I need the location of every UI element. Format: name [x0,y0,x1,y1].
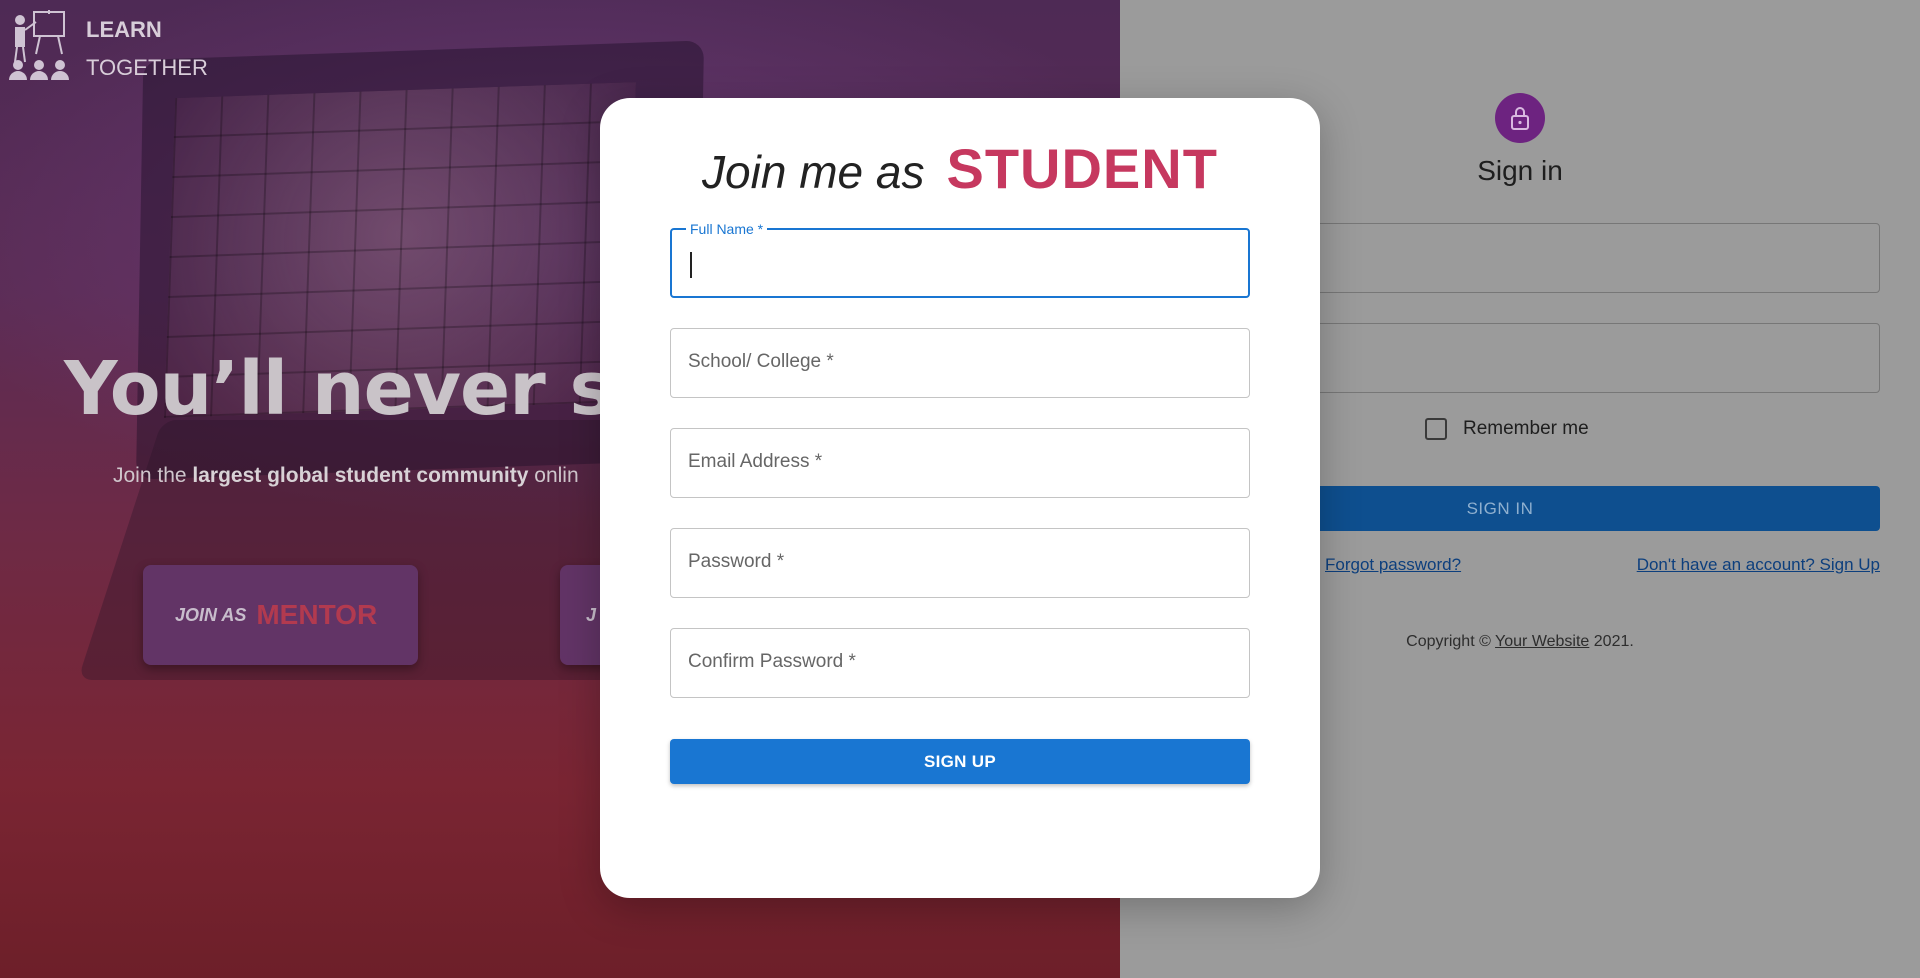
copyright-website-link[interactable]: Your Website [1495,633,1589,650]
school-college-field[interactable]: School/ College * [670,328,1250,398]
brand-logo[interactable]: LEARN TOGETHER [6,10,208,88]
dialog-title: Join me as STUDENT [600,136,1320,201]
teacher-class-icon [9,10,69,80]
sign-up-button[interactable]: SIGN UP [670,739,1250,784]
brand-line-1: LEARN [86,17,162,42]
email-address-label: Email Address * [688,451,823,472]
email-address-field[interactable]: Email Address * [670,428,1250,498]
hero-subtitle-suffix: onlin [528,464,579,487]
confirm-password-label: Confirm Password * [688,651,856,672]
mentor-role-label: MENTOR [256,599,378,630]
confirm-password-field[interactable]: Confirm Password * [670,628,1250,698]
remember-me-label: Remember me [1463,418,1589,439]
copyright-prefix: Copyright © [1406,633,1496,650]
remember-me-checkbox[interactable] [1425,418,1447,440]
dialog-title-role: STUDENT [946,137,1218,200]
forgot-password-link[interactable]: Forgot password? [1325,555,1461,575]
student-signup-dialog: Join me as STUDENT Full Name * School/ Co… [600,98,1320,898]
hero-subtitle-prefix: Join the [113,464,193,487]
hero-subtitle: Join the largest global student communit… [113,464,579,488]
join-as-prefix: JOIN AS [175,604,247,625]
password-field[interactable]: Password * [670,528,1250,598]
sign-up-link[interactable]: Don't have an account? Sign Up [1637,555,1880,575]
join-as-prefix-partial: J [586,604,597,625]
full-name-label: Full Name * [686,221,768,237]
copyright-suffix: 2021. [1589,633,1634,650]
brand-line-2: TOGETHER [86,55,208,80]
lock-icon [1511,107,1529,130]
school-college-label: School/ College * [688,351,834,372]
brand-name: LEARN TOGETHER [86,10,208,88]
hero-subtitle-bold: largest global student community [192,464,529,487]
full-name-field[interactable]: Full Name * [670,221,1250,298]
remember-me-control[interactable]: Remember me [1425,418,1589,440]
join-as-mentor-button[interactable]: JOIN AS MENTOR [143,565,418,665]
lock-avatar [1495,93,1545,143]
dialog-title-prefix: Join me as [702,146,925,198]
password-label: Password * [688,551,785,572]
text-caret [690,252,692,278]
